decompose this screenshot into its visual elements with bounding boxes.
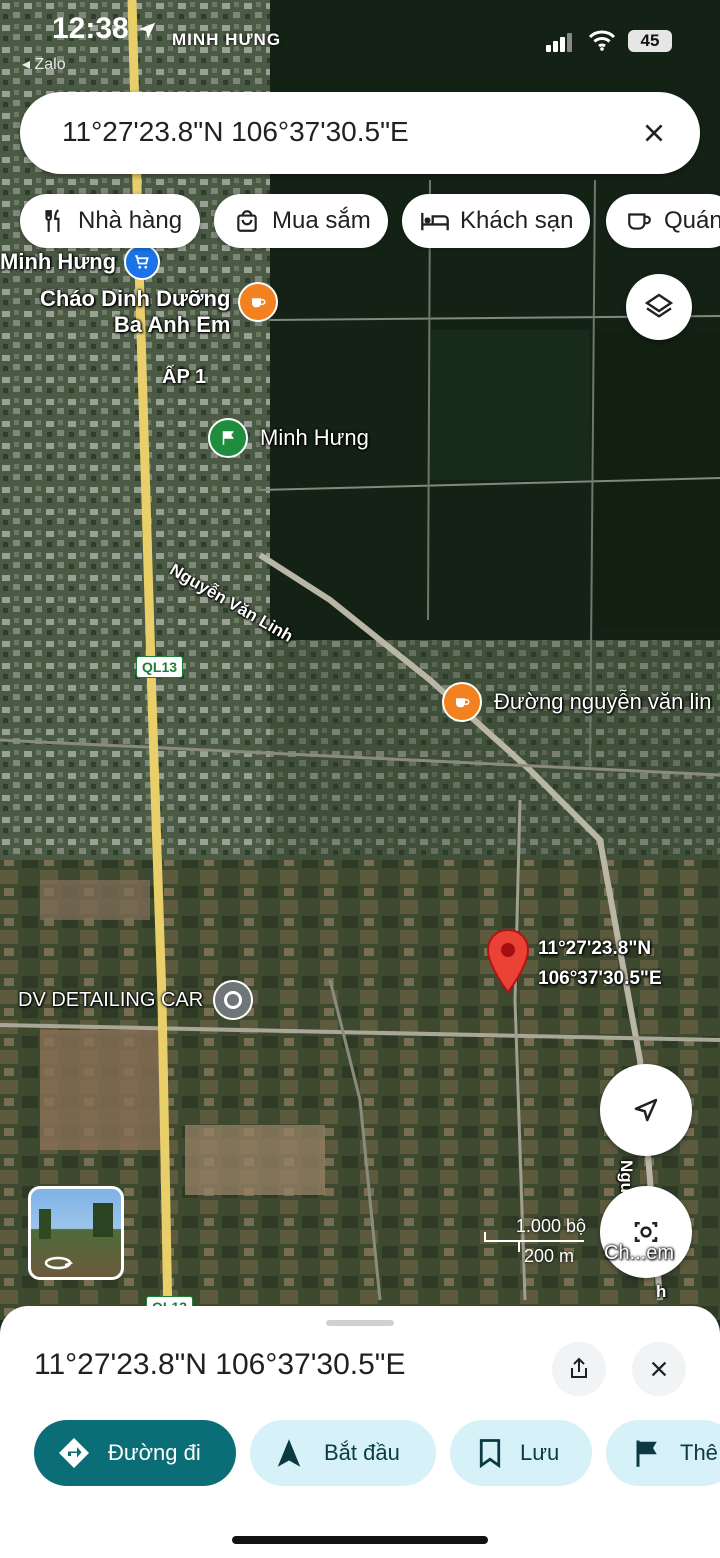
shopping-cart-icon bbox=[124, 244, 161, 280]
coffee-cup-icon bbox=[622, 204, 656, 238]
home-indicator[interactable] bbox=[232, 1536, 488, 1544]
close-icon bbox=[645, 124, 663, 142]
coffee-cup-icon bbox=[238, 282, 279, 322]
save-label: Lưu bbox=[520, 1440, 560, 1465]
add-label-text: Thê bbox=[680, 1440, 718, 1465]
layers-button[interactable] bbox=[626, 274, 692, 340]
directions-label: Đường đi bbox=[108, 1440, 201, 1465]
clear-search-button[interactable] bbox=[630, 109, 678, 157]
bookmark-icon bbox=[478, 1438, 502, 1468]
pin-label-lng: 106°37'30.5"E bbox=[538, 968, 662, 989]
location-arrow-icon bbox=[138, 22, 156, 39]
directions-button[interactable]: Đường đi bbox=[34, 1420, 236, 1486]
poi-minh-hung-shop[interactable]: Minh Hưng bbox=[0, 244, 161, 280]
close-sheet-button[interactable] bbox=[632, 1342, 686, 1396]
signal-bars-icon bbox=[546, 33, 572, 52]
coffee-cup-icon bbox=[442, 682, 482, 722]
chip-label: Khách sạn bbox=[460, 207, 574, 234]
navigation-arrow-icon bbox=[276, 1438, 302, 1468]
navigation-arrow-icon bbox=[634, 1098, 658, 1122]
save-button[interactable]: Lưu bbox=[450, 1420, 592, 1486]
chip-cafes[interactable]: Quán bbox=[606, 194, 720, 248]
sheet-drag-handle[interactable] bbox=[326, 1320, 394, 1326]
my-location-button[interactable] bbox=[600, 1064, 692, 1156]
start-button[interactable]: Bắt đầu bbox=[250, 1420, 436, 1486]
chip-hotels[interactable]: Khách sạn bbox=[402, 194, 590, 248]
generic-place-icon bbox=[213, 980, 254, 1020]
flag-icon bbox=[634, 1438, 662, 1468]
chip-label: Mua sắm bbox=[272, 207, 371, 234]
shopping-bag-icon bbox=[230, 204, 264, 238]
poi-label-line2: Ba Anh Em bbox=[113, 312, 231, 337]
poi-label: DV DETAILING CAR bbox=[18, 988, 204, 1011]
status-area-label: MINH HƯNG bbox=[172, 30, 282, 49]
flag-marker-icon bbox=[208, 418, 248, 458]
close-icon bbox=[651, 1361, 667, 1377]
pin-label-lat: 11°27'23.8"N bbox=[538, 938, 652, 959]
map-scale: 1.000 bộ 200 m bbox=[484, 1216, 590, 1272]
add-label-button[interactable]: Thê bbox=[606, 1420, 720, 1486]
poi-label: Minh Hưng bbox=[260, 425, 369, 450]
status-time: 12:38 bbox=[52, 12, 129, 45]
bed-icon bbox=[418, 204, 452, 238]
chip-restaurants[interactable]: Nhà hàng bbox=[20, 194, 200, 248]
layers-icon bbox=[644, 293, 674, 318]
road-shield-ql13: QL13 bbox=[136, 656, 184, 678]
location-pin[interactable] bbox=[486, 928, 530, 994]
place-bottom-sheet: 11°27'23.8"N 106°37'30.5"E Đường đi Bắt … bbox=[0, 1306, 720, 1558]
back-to-app-link[interactable]: ◂ Zalo bbox=[22, 54, 66, 74]
chip-label: Nhà hàng bbox=[78, 207, 183, 234]
share-icon bbox=[571, 1357, 587, 1378]
place-title: 11°27'23.8"N 106°37'30.5"E bbox=[34, 1348, 406, 1381]
status-bar: 12:38 ◂ Zalo MINH HƯNG 45 bbox=[0, 0, 720, 80]
scale-meters: 200 m bbox=[524, 1246, 575, 1266]
poi-minh-hung-flag[interactable]: Minh Hưng bbox=[208, 418, 369, 458]
search-input-value[interactable]: 11°27'23.8"N 106°37'30.5"E bbox=[62, 116, 409, 148]
battery-indicator: 45 bbox=[628, 30, 672, 52]
lens-button-label: Ch...em bbox=[604, 1242, 675, 1264]
rotate-360-icon bbox=[39, 1203, 113, 1270]
search-bar[interactable]: 11°27'23.8"N 106°37'30.5"E bbox=[20, 92, 700, 174]
fork-knife-icon bbox=[36, 204, 70, 238]
chip-label: Quán bbox=[664, 207, 720, 234]
road-label-side-2: h bbox=[656, 1282, 667, 1301]
street-view-thumbnail[interactable] bbox=[28, 1186, 124, 1280]
chip-shopping[interactable]: Mua sắm bbox=[214, 194, 388, 248]
poi-label: Đường nguyễn văn lin bbox=[494, 689, 712, 714]
category-chips: Nhà hàng Mua sắm Khách sạn Quán bbox=[0, 194, 720, 248]
start-label: Bắt đầu bbox=[324, 1440, 400, 1465]
poi-dv-detailing-car[interactable]: DV DETAILING CAR bbox=[18, 980, 254, 1020]
wifi-icon bbox=[588, 30, 616, 51]
red-pin-icon bbox=[486, 928, 530, 994]
poi-label: Minh Hưng bbox=[0, 249, 117, 274]
area-label-ap1: ẤP 1 bbox=[162, 366, 207, 388]
scale-feet: 1.000 bộ bbox=[515, 1216, 586, 1236]
poi-chao-dinh-duong[interactable]: Cháo Dinh Dưỡng Ba Anh Em bbox=[40, 282, 279, 338]
poi-duong-nguyen-van-linh[interactable]: Đường nguyễn văn lin bbox=[442, 682, 712, 722]
directions-icon bbox=[56, 1435, 92, 1471]
poi-label-line1: Cháo Dinh Dưỡng bbox=[40, 286, 231, 311]
share-button[interactable] bbox=[552, 1342, 606, 1396]
